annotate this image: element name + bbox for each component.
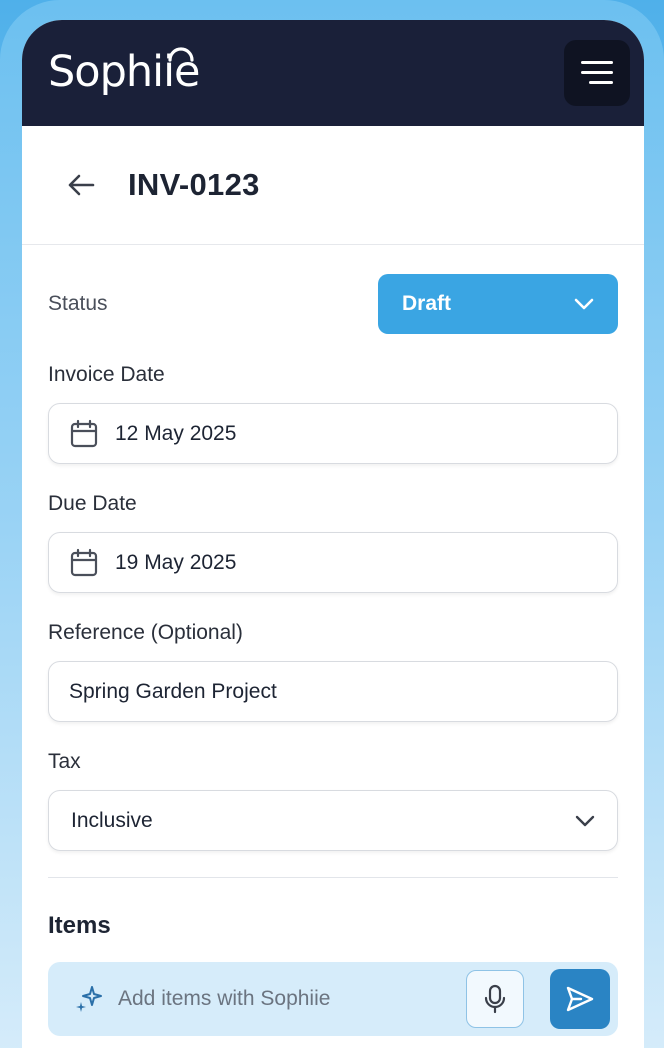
send-icon — [566, 986, 594, 1012]
send-button[interactable] — [550, 969, 610, 1029]
ai-items-input[interactable]: Add items with Sophiie — [118, 987, 466, 1011]
menu-button[interactable] — [564, 40, 630, 106]
chevron-down-icon — [574, 298, 594, 310]
reference-label: Reference (Optional) — [48, 621, 243, 644]
reference-input[interactable]: Spring Garden Project — [48, 661, 618, 722]
status-value: Draft — [402, 292, 452, 315]
due-date-value: 19 May 2025 — [115, 550, 237, 574]
due-date-field[interactable]: 19 May 2025 — [48, 532, 618, 593]
chevron-down-icon — [575, 815, 595, 826]
sparkle-icon — [76, 986, 102, 1012]
device-frame: Sophiie INV-0123 Status Draft Invoice Da… — [0, 0, 664, 1048]
page-title: INV-0123 — [128, 167, 260, 202]
due-date-group: Due Date 19 May 2025 — [48, 492, 618, 593]
logo-arc-icon — [168, 47, 194, 62]
tax-group: Tax Inclusive — [48, 750, 618, 851]
invoice-date-label: Invoice Date — [48, 363, 165, 386]
reference-group: Reference (Optional) Spring Garden Proje… — [48, 621, 618, 722]
items-heading: Items — [48, 912, 111, 939]
invoice-date-group: Invoice Date 12 May 2025 — [48, 363, 618, 464]
tax-dropdown[interactable]: Inclusive — [48, 790, 618, 851]
back-button[interactable] — [66, 170, 96, 200]
arrow-left-icon — [68, 174, 95, 196]
status-row: Status Draft — [48, 245, 618, 363]
reference-value: Spring Garden Project — [69, 679, 277, 703]
tax-label: Tax — [48, 750, 81, 773]
microphone-button[interactable] — [466, 970, 524, 1028]
hamburger-menu-icon — [581, 61, 613, 84]
invoice-date-value: 12 May 2025 — [115, 421, 237, 445]
tax-value: Inclusive — [71, 808, 153, 832]
due-date-label: Due Date — [48, 492, 137, 515]
app-screen: Sophiie INV-0123 Status Draft Invoice Da… — [22, 20, 644, 1048]
ai-items-bar: Add items with Sophiie — [48, 962, 618, 1036]
calendar-icon — [69, 419, 99, 449]
microphone-icon — [484, 984, 506, 1014]
status-label: Status — [48, 292, 108, 315]
invoice-date-field[interactable]: 12 May 2025 — [48, 403, 618, 464]
invoice-form: Status Draft Invoice Date 12 May 2025 Du… — [22, 245, 644, 1036]
calendar-icon — [69, 548, 99, 578]
section-divider — [48, 877, 618, 878]
page-header: INV-0123 — [22, 126, 644, 245]
status-dropdown[interactable]: Draft — [378, 274, 618, 334]
logo[interactable]: Sophiie — [48, 44, 200, 100]
top-navbar: Sophiie — [22, 20, 644, 126]
